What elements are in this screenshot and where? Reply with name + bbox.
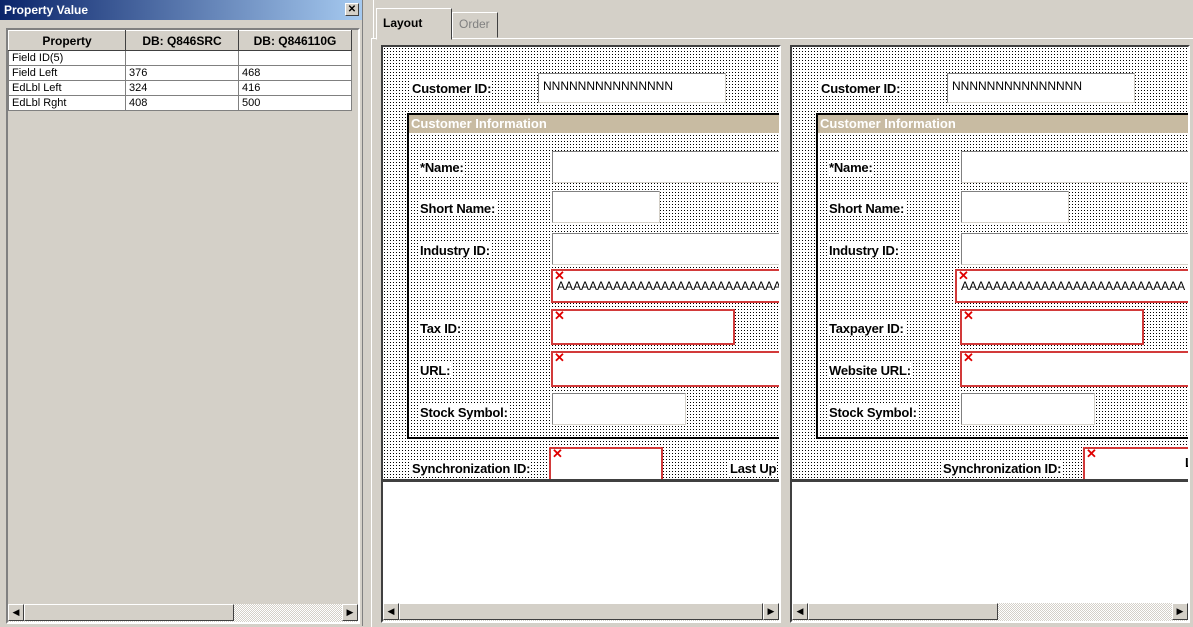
layout-work-area: Customer ID: NNNNNNNNNNNNNNN Customer In… bbox=[371, 38, 1193, 627]
tab-layout[interactable]: Layout bbox=[376, 8, 452, 40]
property-value-db1: 324 bbox=[125, 80, 239, 96]
column-header-db1[interactable]: DB: Q846SRC bbox=[125, 30, 239, 51]
property-value-db2 bbox=[238, 50, 352, 66]
scroll-left-icon[interactable]: ◀ bbox=[792, 603, 808, 620]
horizontal-scrollbar[interactable]: ◀ ▶ bbox=[8, 604, 358, 622]
industry-id-field[interactable] bbox=[961, 233, 1188, 265]
error-mark-icon: ✕ bbox=[1086, 446, 1097, 461]
property-table: Property DB: Q846SRC DB: Q846110G Field … bbox=[8, 30, 352, 111]
error-mark-icon: ✕ bbox=[554, 269, 565, 283]
property-value-panel: Property Value ✕ Property DB: Q846SRC DB… bbox=[0, 0, 362, 626]
group-title: Customer Information bbox=[409, 115, 779, 133]
canvas-border bbox=[792, 479, 1188, 482]
table-row[interactable]: EdLbl Rght 408 500 bbox=[8, 95, 352, 111]
error-mark-icon: ✕ bbox=[552, 446, 563, 461]
table-row[interactable]: Field Left 376 468 bbox=[8, 65, 352, 81]
property-name: Field ID(5) bbox=[8, 50, 126, 66]
property-name: EdLbl Rght bbox=[8, 95, 126, 111]
scrollbar-thumb[interactable] bbox=[24, 604, 234, 621]
name-label[interactable]: *Name: bbox=[419, 160, 465, 175]
design-canvas[interactable]: Customer ID: NNNNNNNNNNNNNNN Customer In… bbox=[383, 47, 779, 479]
panel-title: Property Value ✕ bbox=[0, 0, 362, 20]
panel-title-text: Property Value bbox=[4, 3, 89, 17]
property-value-db2: 500 bbox=[238, 95, 352, 111]
property-value-db2: 468 bbox=[238, 65, 352, 81]
url-label[interactable]: URL: bbox=[419, 363, 452, 378]
industry-description-field[interactable]: ✕ AAAAAAAAAAAAAAAAAAAAAAAAAAAA bbox=[551, 269, 779, 303]
industry-description-text: AAAAAAAAAAAAAAAAAAAAAAAAAAAA bbox=[557, 279, 779, 293]
short-name-field[interactable] bbox=[961, 191, 1069, 223]
property-value-db1 bbox=[125, 50, 239, 66]
customer-id-field[interactable]: NNNNNNNNNNNNNNN bbox=[947, 73, 1135, 103]
customer-id-label[interactable]: Customer ID: bbox=[411, 81, 493, 96]
synchronization-id-label[interactable]: Synchronization ID: bbox=[942, 461, 1063, 476]
scroll-right-icon[interactable]: ▶ bbox=[763, 603, 779, 620]
property-value-db1: 408 bbox=[125, 95, 239, 111]
url-field[interactable]: ✕ bbox=[551, 351, 779, 387]
customer-id-label[interactable]: Customer ID: bbox=[820, 81, 902, 96]
property-name: EdLbl Left bbox=[8, 80, 126, 96]
customer-id-field[interactable]: NNNNNNNNNNNNNNN bbox=[538, 73, 726, 103]
tax-id-label[interactable]: Tax ID: bbox=[419, 321, 462, 336]
canvas-border bbox=[383, 479, 779, 482]
industry-id-label[interactable]: Industry ID: bbox=[828, 243, 900, 258]
short-name-label[interactable]: Short Name: bbox=[828, 201, 906, 216]
stock-symbol-field[interactable] bbox=[552, 393, 686, 425]
stock-symbol-label[interactable]: Stock Symbol: bbox=[828, 405, 918, 420]
column-header-property[interactable]: Property bbox=[8, 30, 126, 51]
property-grid: Property DB: Q846SRC DB: Q846110G Field … bbox=[6, 28, 360, 624]
property-name: Field Left bbox=[8, 65, 126, 81]
horizontal-scrollbar[interactable]: ◀ ▶ bbox=[792, 603, 1188, 621]
error-mark-icon: ✕ bbox=[963, 350, 974, 365]
error-mark-icon: ✕ bbox=[554, 350, 565, 365]
industry-id-label[interactable]: Industry ID: bbox=[419, 243, 491, 258]
last-update-label[interactable]: Last Up bbox=[729, 461, 778, 476]
synchronization-id-field[interactable]: ✕ L bbox=[1083, 447, 1188, 479]
error-mark-icon: ✕ bbox=[554, 308, 565, 323]
property-value-db1: 376 bbox=[125, 65, 239, 81]
last-update-label: L bbox=[1185, 455, 1188, 471]
property-value-db2: 416 bbox=[238, 80, 352, 96]
name-label[interactable]: *Name: bbox=[828, 160, 874, 175]
scroll-right-icon[interactable]: ▶ bbox=[342, 604, 358, 621]
error-mark-icon: ✕ bbox=[963, 308, 974, 323]
synchronization-id-label[interactable]: Synchronization ID: bbox=[411, 461, 532, 476]
tax-id-field[interactable]: ✕ bbox=[551, 309, 735, 345]
scroll-right-icon[interactable]: ▶ bbox=[1172, 603, 1188, 620]
taxpayer-id-label[interactable]: Taxpayer ID: bbox=[828, 321, 905, 336]
taxpayer-id-field[interactable]: ✕ bbox=[960, 309, 1144, 345]
scrollbar-thumb[interactable] bbox=[399, 603, 763, 620]
table-row[interactable]: Field ID(5) bbox=[8, 50, 352, 66]
scroll-left-icon[interactable]: ◀ bbox=[383, 603, 399, 620]
column-header-db2[interactable]: DB: Q846110G bbox=[238, 30, 352, 51]
table-row[interactable]: EdLbl Left 324 416 bbox=[8, 80, 352, 96]
design-canvas[interactable]: Customer ID: NNNNNNNNNNNNNNN Customer In… bbox=[792, 47, 1188, 479]
stock-symbol-field[interactable] bbox=[961, 393, 1095, 425]
name-field[interactable] bbox=[552, 151, 779, 183]
form-pane-target: Customer ID: NNNNNNNNNNNNNNN Customer In… bbox=[790, 45, 1190, 623]
name-field[interactable] bbox=[961, 151, 1188, 183]
scroll-left-icon[interactable]: ◀ bbox=[8, 604, 24, 621]
close-icon[interactable]: ✕ bbox=[345, 3, 359, 16]
stock-symbol-label[interactable]: Stock Symbol: bbox=[419, 405, 509, 420]
form-pane-source: Customer ID: NNNNNNNNNNNNNNN Customer In… bbox=[381, 45, 781, 623]
website-url-label[interactable]: Website URL: bbox=[828, 363, 912, 378]
short-name-label[interactable]: Short Name: bbox=[419, 201, 497, 216]
scrollbar-thumb[interactable] bbox=[808, 603, 998, 620]
short-name-field[interactable] bbox=[552, 191, 660, 223]
error-mark-icon: ✕ bbox=[958, 269, 969, 283]
horizontal-scrollbar[interactable]: ◀ ▶ bbox=[383, 603, 779, 621]
synchronization-id-field[interactable]: ✕ bbox=[549, 447, 663, 479]
group-title: Customer Information bbox=[818, 115, 1188, 133]
industry-description-text: AAAAAAAAAAAAAAAAAAAAAAAAAAAA bbox=[961, 279, 1186, 293]
industry-id-field[interactable] bbox=[552, 233, 779, 265]
industry-description-field[interactable]: ✕ AAAAAAAAAAAAAAAAAAAAAAAAAAAA bbox=[955, 269, 1188, 303]
website-url-field[interactable]: ✕ bbox=[960, 351, 1188, 387]
tab-order[interactable]: Order bbox=[452, 12, 498, 38]
